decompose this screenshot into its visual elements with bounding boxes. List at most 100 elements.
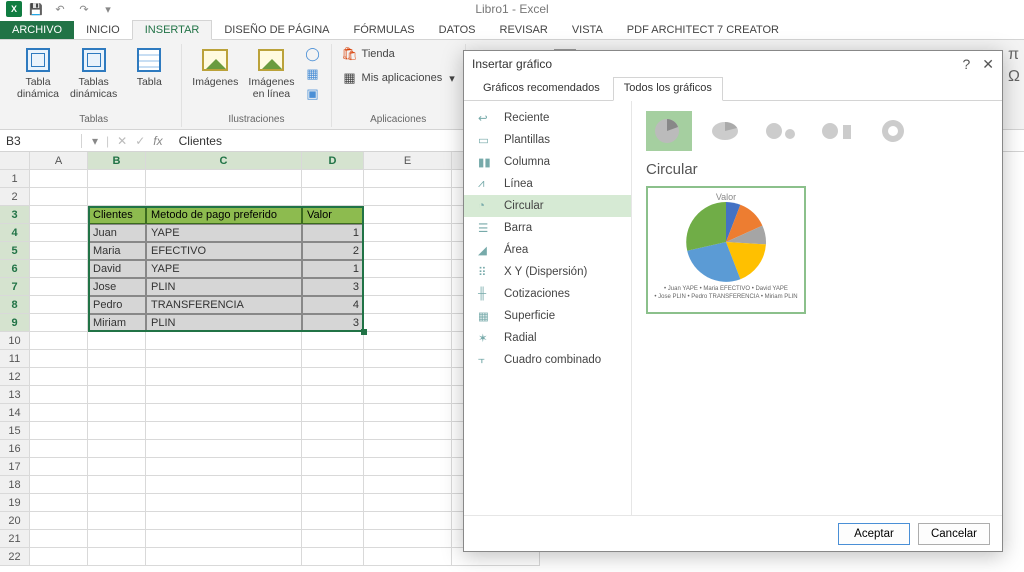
tab-pdf[interactable]: PDF Architect 7 Creator — [615, 21, 791, 39]
chart-cat-area[interactable]: ◢Área — [464, 239, 631, 261]
tab-insertar[interactable]: INSERTAR — [132, 20, 213, 40]
chart-cat-plantillas[interactable]: ▭Plantillas — [464, 129, 631, 151]
data-cell[interactable]: YAPE — [146, 224, 302, 242]
cancel-button[interactable]: Cancelar — [918, 523, 990, 545]
selection-handle[interactable] — [361, 329, 367, 335]
row-header[interactable]: 15 — [0, 422, 30, 440]
smartart-button[interactable]: ▦ — [305, 66, 321, 82]
row-header[interactable]: 22 — [0, 548, 30, 566]
data-cell[interactable]: 1 — [302, 224, 364, 242]
dialog-tab-all[interactable]: Todos los gráficos — [613, 77, 723, 101]
row-header[interactable]: 3 — [0, 206, 30, 224]
row-header[interactable]: 4 — [0, 224, 30, 242]
row-header[interactable]: 2 — [0, 188, 30, 206]
col-header[interactable]: E — [364, 152, 452, 170]
row-header[interactable]: 5 — [0, 242, 30, 260]
row-header[interactable]: 18 — [0, 476, 30, 494]
chart-cat-barra[interactable]: ☰Barra — [464, 217, 631, 239]
tab-inicio[interactable]: INICIO — [74, 21, 132, 39]
help-icon[interactable]: ? — [962, 56, 970, 73]
pi-symbol-icon[interactable]: π — [1008, 46, 1020, 64]
pie-subtype-of-pie[interactable] — [758, 111, 804, 151]
data-cell[interactable]: Miriam — [88, 314, 146, 332]
chart-cat-superficie[interactable]: ▦Superficie — [464, 305, 631, 327]
chart-cat-cotiz[interactable]: ╫Cotizaciones — [464, 283, 631, 305]
qat-more-icon[interactable]: ▾ — [98, 1, 118, 17]
chart-cat-radial[interactable]: ✶Radial — [464, 327, 631, 349]
chart-cat-reciente[interactable]: ↩Reciente — [464, 107, 631, 129]
data-cell[interactable]: 3 — [302, 278, 364, 296]
data-cell[interactable]: Pedro — [88, 296, 146, 314]
col-header[interactable]: D — [302, 152, 364, 170]
row-header[interactable]: 10 — [0, 332, 30, 350]
row-header[interactable]: 19 — [0, 494, 30, 512]
data-cell[interactable]: David — [88, 260, 146, 278]
name-box[interactable]: B3 — [0, 134, 82, 148]
row-header[interactable]: 21 — [0, 530, 30, 548]
row-header[interactable]: 14 — [0, 404, 30, 422]
col-header[interactable]: C — [146, 152, 302, 170]
dialog-tab-recommended[interactable]: Gráficos recomendados — [472, 77, 611, 100]
tab-revisar[interactable]: REVISAR — [488, 21, 560, 39]
data-cell[interactable]: 3 — [302, 314, 364, 332]
pie-subtype-3d[interactable] — [702, 111, 748, 151]
tab-formulas[interactable]: FÓRMULAS — [342, 21, 427, 39]
tab-vista[interactable]: VISTA — [560, 21, 615, 39]
recommended-pivot-button[interactable]: Tablas dinámicas — [70, 46, 117, 100]
redo-icon[interactable]: ↷ — [74, 1, 94, 17]
data-cell[interactable]: 1 — [302, 260, 364, 278]
data-cell[interactable]: Maria — [88, 242, 146, 260]
accept-formula-icon[interactable]: ✓ — [135, 134, 145, 148]
pivot-table-button[interactable]: Tabla dinámica — [16, 46, 60, 100]
row-header[interactable]: 12 — [0, 368, 30, 386]
col-header[interactable]: A — [30, 152, 88, 170]
col-header[interactable]: B — [88, 152, 146, 170]
chart-cat-combo[interactable]: ⫟Cuadro combinado — [464, 349, 631, 371]
data-cell[interactable]: 4 — [302, 296, 364, 314]
omega-symbol-icon[interactable]: Ω — [1008, 68, 1020, 86]
screenshot-button[interactable]: ▣ — [305, 86, 321, 102]
row-header[interactable]: 16 — [0, 440, 30, 458]
row-header[interactable]: 11 — [0, 350, 30, 368]
tab-diseno[interactable]: DISEÑO DE PÁGINA — [212, 21, 341, 39]
tab-datos[interactable]: DATOS — [427, 21, 488, 39]
table-header[interactable]: Valor — [302, 206, 364, 224]
online-pictures-button[interactable]: Imágenes en línea — [248, 46, 294, 100]
chart-cat-columna[interactable]: ▮▮Columna — [464, 151, 631, 173]
row-header[interactable]: 9 — [0, 314, 30, 332]
table-header[interactable]: Clientes — [88, 206, 146, 224]
chart-cat-circular[interactable]: ◔Circular — [464, 195, 631, 217]
cancel-formula-icon[interactable]: ✕ — [117, 134, 127, 148]
row-header[interactable]: 8 — [0, 296, 30, 314]
namebox-dropdown-icon[interactable]: ▾ — [92, 134, 98, 148]
save-icon[interactable]: 💾 — [26, 1, 46, 17]
pie-subtype-flat[interactable] — [646, 111, 692, 151]
close-icon[interactable]: ✕ — [982, 56, 994, 73]
data-cell[interactable]: Jose — [88, 278, 146, 296]
table-header[interactable]: Metodo de pago preferido — [146, 206, 302, 224]
pictures-button[interactable]: Imágenes — [192, 46, 238, 88]
chart-cat-linea[interactable]: ⩘Línea — [464, 173, 631, 195]
row-header[interactable]: 1 — [0, 170, 30, 188]
my-apps-button[interactable]: ▦Mis aplicaciones ▾ — [342, 70, 455, 86]
data-cell[interactable]: PLIN — [146, 278, 302, 296]
pie-subtype-doughnut[interactable] — [870, 111, 916, 151]
row-header[interactable]: 7 — [0, 278, 30, 296]
row-header[interactable]: 20 — [0, 512, 30, 530]
data-cell[interactable]: 2 — [302, 242, 364, 260]
data-cell[interactable]: Juan — [88, 224, 146, 242]
undo-icon[interactable]: ↶ — [50, 1, 70, 17]
row-header[interactable]: 6 — [0, 260, 30, 278]
select-all-corner[interactable] — [0, 152, 30, 170]
tab-file[interactable]: ARCHIVO — [0, 21, 74, 39]
row-header[interactable]: 13 — [0, 386, 30, 404]
data-cell[interactable]: TRANSFERENCIA — [146, 296, 302, 314]
chart-cat-xy[interactable]: ⠿X Y (Dispersión) — [464, 261, 631, 283]
row-header[interactable]: 17 — [0, 458, 30, 476]
data-cell[interactable]: PLIN — [146, 314, 302, 332]
pie-subtype-bar-of-pie[interactable] — [814, 111, 860, 151]
table-button[interactable]: Tabla — [127, 46, 171, 88]
shapes-button[interactable]: ◯ — [305, 46, 321, 62]
data-cell[interactable]: YAPE — [146, 260, 302, 278]
fx-icon[interactable]: fx — [153, 134, 162, 148]
